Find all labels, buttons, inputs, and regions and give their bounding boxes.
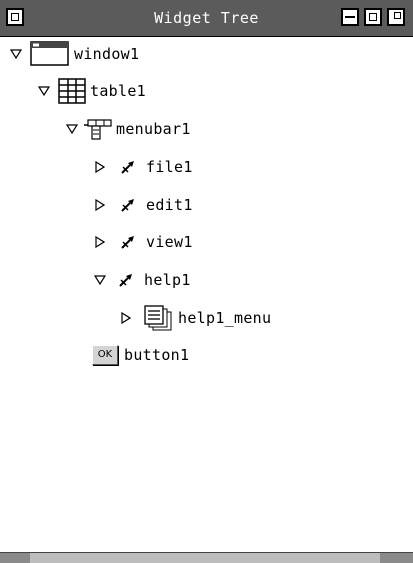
tree-row-window1[interactable]: window1 [8, 40, 139, 68]
table-icon [58, 78, 86, 104]
menu-item-icon [120, 197, 136, 213]
node-label: help1_menu [178, 309, 272, 327]
menubar-icon [84, 117, 112, 141]
button-icon: OK [92, 345, 118, 365]
expand-down-icon[interactable] [8, 46, 24, 62]
menu-icon [144, 305, 174, 331]
node-label: table1 [90, 82, 146, 100]
menu-item-icon [118, 272, 134, 288]
tree-row-menubar1[interactable]: menubar1 [64, 115, 191, 143]
node-label: help1 [144, 271, 191, 289]
node-label: file1 [146, 158, 193, 176]
node-label: window1 [74, 45, 140, 63]
expand-down-icon[interactable] [36, 83, 52, 99]
title-bar[interactable]: Widget Tree [0, 0, 413, 37]
tree-row-file1[interactable]: file1 [92, 153, 193, 181]
iconify-button[interactable] [341, 8, 359, 26]
tree-row-help1-menu[interactable]: help1_menu [118, 304, 271, 332]
window-icon [30, 41, 70, 67]
expand-right-icon[interactable] [118, 310, 134, 326]
tree-row-button1[interactable]: OK button1 [92, 341, 189, 369]
expand-down-icon[interactable] [92, 272, 108, 288]
tree-row-view1[interactable]: view1 [92, 228, 193, 256]
scrollbar-thumb[interactable] [30, 553, 380, 563]
node-label: view1 [146, 233, 193, 251]
menu-item-icon [120, 159, 136, 175]
maximize-button[interactable] [364, 8, 382, 26]
tree-row-table1[interactable]: table1 [36, 77, 146, 105]
expand-right-icon[interactable] [92, 234, 108, 250]
widget-tree-window: Widget Tree window1 table1 menubar1 file… [0, 0, 413, 563]
node-label: menubar1 [116, 120, 191, 138]
node-label: edit1 [146, 196, 193, 214]
shade-button[interactable] [387, 8, 405, 26]
expand-down-icon[interactable] [64, 121, 80, 137]
menu-item-icon [120, 234, 136, 250]
tree-row-edit1[interactable]: edit1 [92, 191, 193, 219]
expand-right-icon[interactable] [92, 159, 108, 175]
tree-view[interactable]: window1 table1 menubar1 file1 edit1 view… [0, 37, 413, 553]
node-label: button1 [124, 346, 190, 364]
expand-right-icon[interactable] [92, 197, 108, 213]
horizontal-scrollbar[interactable] [0, 552, 413, 563]
tree-row-help1[interactable]: help1 [92, 266, 191, 294]
